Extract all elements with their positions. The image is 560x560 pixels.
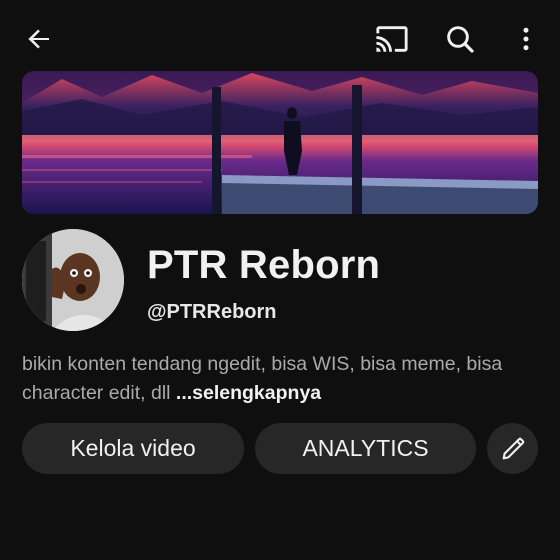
channel-banner[interactable] xyxy=(22,71,538,214)
edit-channel-button[interactable] xyxy=(487,423,538,474)
channel-handle: @PTRReborn xyxy=(147,301,277,323)
analytics-button[interactable]: ANALYTICS xyxy=(255,423,476,474)
show-more-link[interactable]: ...selengkapnya xyxy=(176,382,321,404)
cast-button[interactable] xyxy=(372,19,412,59)
channel-avatar[interactable] xyxy=(22,229,124,331)
back-button[interactable] xyxy=(19,19,59,59)
more-options-button[interactable] xyxy=(506,19,546,59)
manage-videos-button[interactable]: Kelola video xyxy=(22,423,244,474)
arrow-left-icon xyxy=(28,29,49,49)
cast-icon xyxy=(376,26,408,52)
top-app-bar xyxy=(0,0,560,70)
more-vertical-icon xyxy=(523,27,529,51)
channel-name: PTR Reborn xyxy=(147,243,381,287)
channel-page: PTR Reborn @PTRReborn bikin konten tenda… xyxy=(0,0,560,560)
banner-image xyxy=(22,71,538,214)
channel-description[interactable]: bikin konten tendang ngedit, bisa WIS, b… xyxy=(22,350,542,408)
search-icon xyxy=(447,26,474,53)
avatar-image xyxy=(22,229,124,331)
pencil-icon xyxy=(502,437,524,459)
search-button[interactable] xyxy=(440,19,480,59)
